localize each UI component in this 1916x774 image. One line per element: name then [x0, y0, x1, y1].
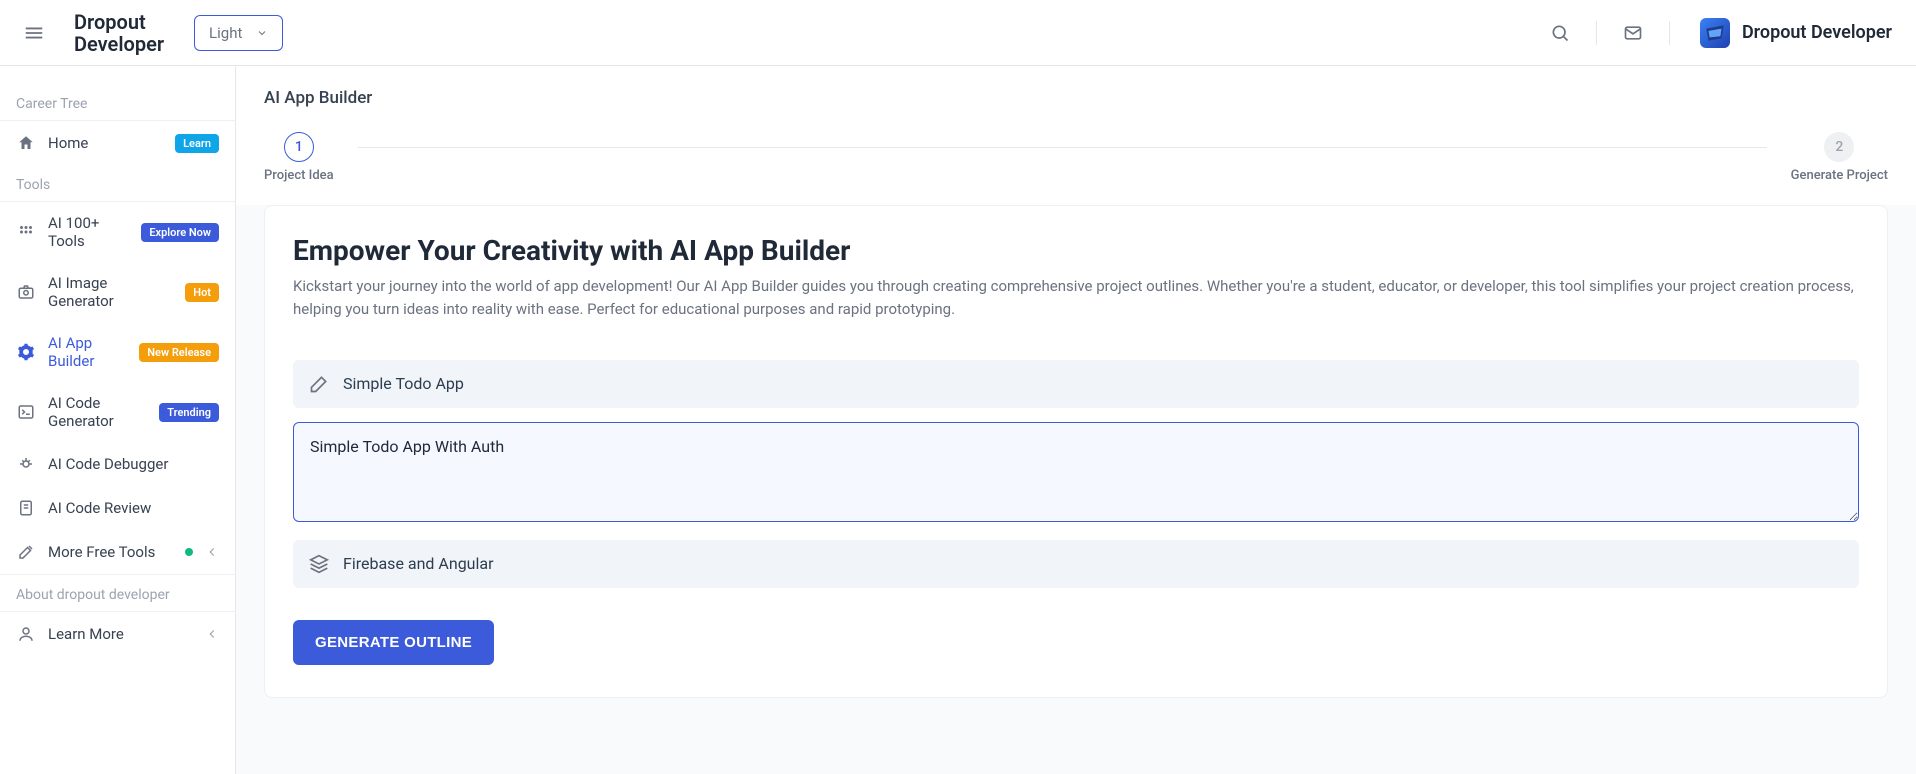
theme-selector[interactable]: Light [194, 15, 283, 51]
sidebar: Career Tree Home Learn Tools AI 100+ Too… [0, 66, 236, 774]
nav-label: AI Image Generator [48, 274, 173, 310]
sidebar-item-ai-image-generator[interactable]: AI Image Generator Hot [0, 262, 235, 322]
tech-stack-input[interactable]: Firebase and Angular [293, 540, 1859, 588]
document-icon [16, 498, 36, 518]
hamburger-icon [23, 22, 45, 44]
status-dot [185, 548, 193, 556]
sidebar-item-ai-code-debugger[interactable]: AI Code Debugger [0, 442, 235, 486]
sidebar-item-home[interactable]: Home Learn [0, 121, 235, 165]
user-icon [16, 624, 36, 644]
badge-new-release: New Release [139, 343, 219, 362]
tools-icon [16, 542, 36, 562]
grid-icon [16, 222, 36, 242]
divider [1669, 21, 1670, 45]
user-name: Dropout Developer [1742, 22, 1892, 43]
layers-icon [309, 554, 329, 574]
edit-icon [309, 374, 329, 394]
sidebar-item-ai-100-tools[interactable]: AI 100+ Tools Explore Now [0, 202, 235, 262]
step-number: 2 [1824, 132, 1854, 162]
nav-label: AI Code Review [48, 499, 219, 517]
sidebar-item-ai-code-generator[interactable]: AI Code Generator Trending [0, 382, 235, 442]
chevron-left-icon [205, 627, 219, 641]
step-number: 1 [284, 132, 314, 162]
brand-logo[interactable]: Dropout Developer [74, 11, 164, 55]
brand-line-1: Dropout [74, 11, 164, 33]
sidebar-section-about: About dropout developer [0, 575, 235, 611]
form-card: Empower Your Creativity with AI App Buil… [264, 205, 1888, 698]
sidebar-section-career: Career Tree [0, 84, 235, 120]
divider [1596, 21, 1597, 45]
brand-line-2: Developer [74, 33, 164, 55]
mail-button[interactable] [1615, 15, 1651, 51]
chevron-left-icon [205, 545, 219, 559]
home-icon [16, 133, 36, 153]
nav-label: Home [48, 134, 163, 152]
chevron-down-icon [256, 27, 268, 39]
sidebar-item-learn-more[interactable]: Learn More [0, 612, 235, 656]
gear-icon [16, 342, 36, 362]
nav-label: Learn More [48, 625, 193, 643]
menu-toggle-button[interactable] [14, 13, 54, 53]
bug-icon [16, 454, 36, 474]
tech-stack-value: Firebase and Angular [343, 554, 494, 573]
camera-icon [16, 282, 36, 302]
nav-label: AI App Builder [48, 334, 127, 370]
hero-subtitle: Kickstart your journey into the world of… [293, 275, 1859, 322]
step-label: Project Idea [264, 168, 334, 183]
main-content: AI App Builder 1 Project Idea 2 Generate… [236, 66, 1916, 774]
badge-learn: Learn [175, 134, 219, 153]
user-menu[interactable]: Dropout Developer [1700, 18, 1892, 48]
hero-title: Empower Your Creativity with AI App Buil… [293, 234, 1859, 267]
generate-outline-button[interactable]: GENERATE OUTLINE [293, 620, 494, 665]
search-button[interactable] [1542, 15, 1578, 51]
page-title: AI App Builder [236, 66, 1916, 126]
badge-hot: Hot [185, 283, 219, 302]
nav-label: More Free Tools [48, 543, 173, 561]
badge-explore: Explore Now [141, 223, 219, 242]
step-connector [358, 147, 1767, 148]
nav-label: AI Code Generator [48, 394, 147, 430]
step-project-idea[interactable]: 1 Project Idea [264, 132, 334, 183]
sidebar-section-tools: Tools [0, 165, 235, 201]
avatar [1700, 18, 1730, 48]
theme-label: Light [209, 24, 242, 42]
sidebar-item-more-free-tools[interactable]: More Free Tools [0, 530, 235, 574]
step-label: Generate Project [1791, 168, 1888, 183]
mail-icon [1623, 23, 1643, 43]
app-header: Dropout Developer Light Dropout Develope… [0, 0, 1916, 66]
search-icon [1550, 23, 1570, 43]
badge-trending: Trending [159, 403, 219, 422]
project-name-value: Simple Todo App [343, 374, 464, 393]
nav-label: AI 100+ Tools [48, 214, 129, 250]
project-name-input[interactable]: Simple Todo App [293, 360, 1859, 408]
header-actions: Dropout Developer [1542, 15, 1892, 51]
nav-label: AI Code Debugger [48, 455, 219, 473]
stepper: 1 Project Idea 2 Generate Project [236, 126, 1916, 205]
sidebar-item-ai-app-builder[interactable]: AI App Builder New Release [0, 322, 235, 382]
project-description-input[interactable] [293, 422, 1859, 522]
step-generate-project[interactable]: 2 Generate Project [1791, 132, 1888, 183]
terminal-icon [16, 402, 36, 422]
sidebar-item-ai-code-review[interactable]: AI Code Review [0, 486, 235, 530]
